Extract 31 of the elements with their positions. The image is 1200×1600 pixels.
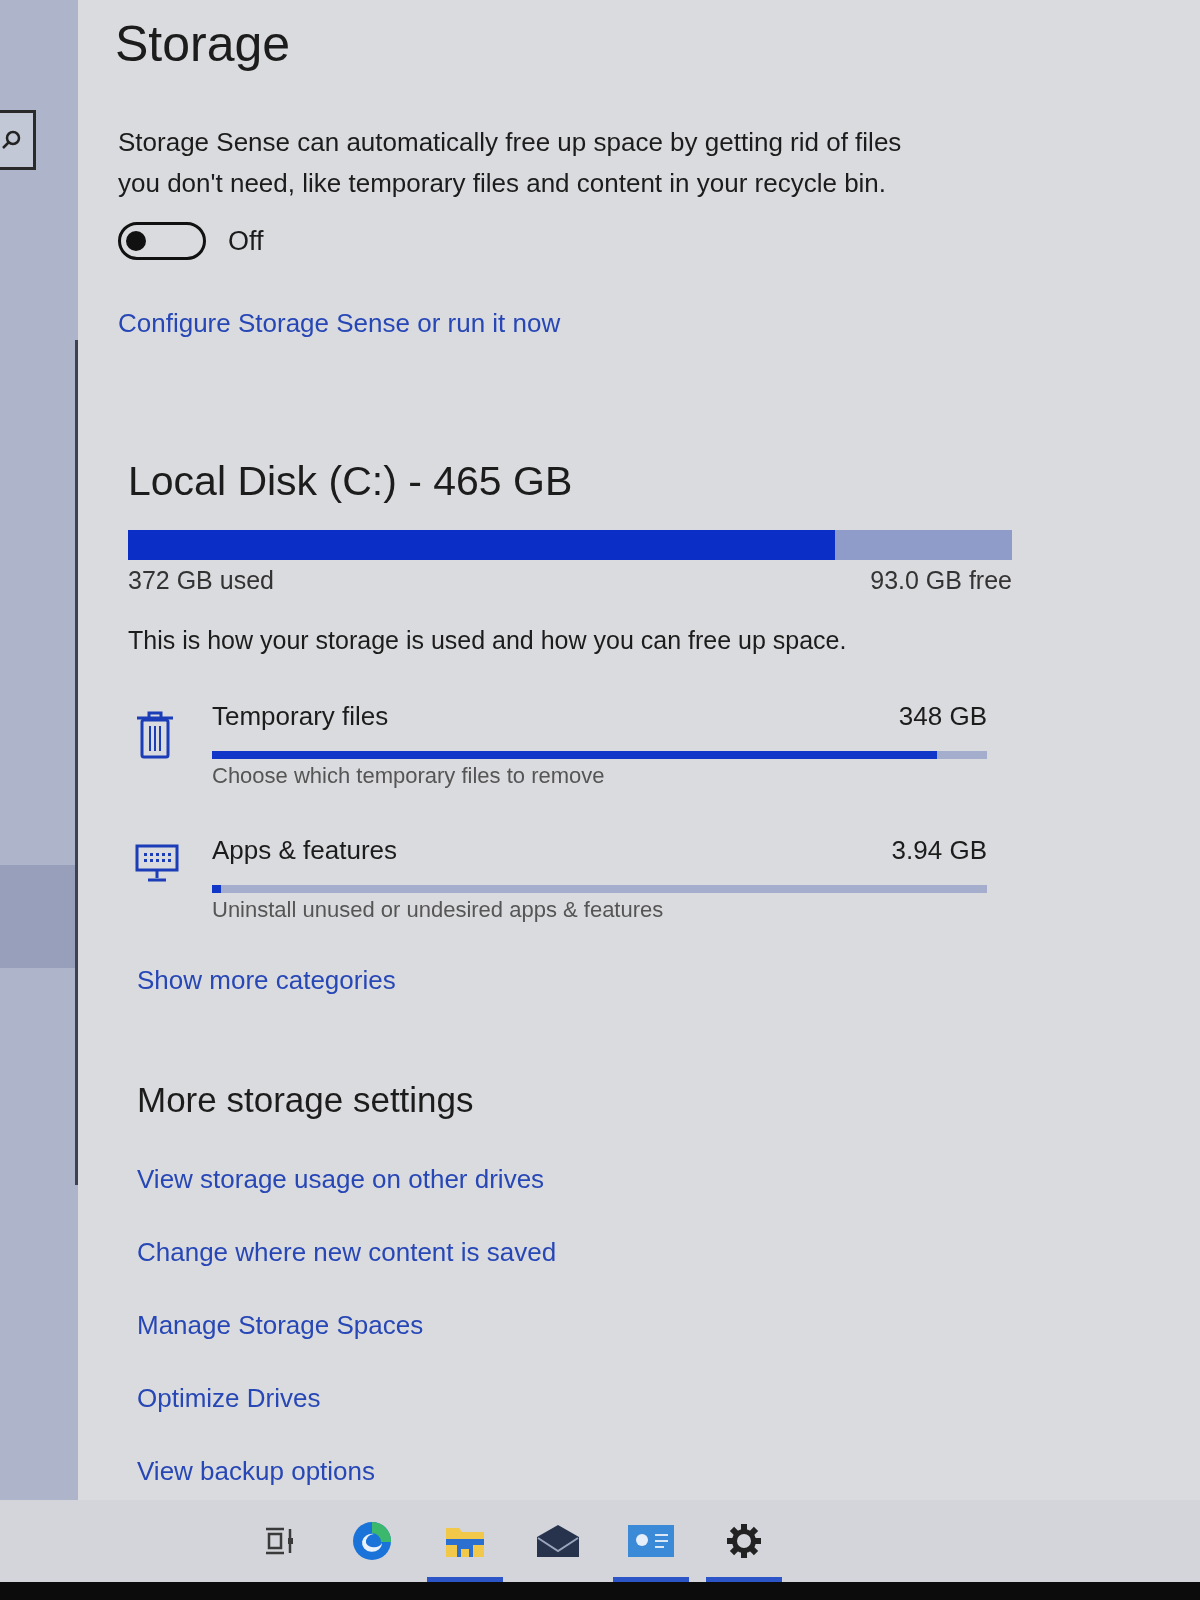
- card-icon: [628, 1524, 674, 1557]
- category-size: 348 GB: [898, 700, 987, 733]
- disk-title: Local Disk (C:) - 465 GB: [128, 457, 574, 506]
- section-heading: More storage settings: [137, 1079, 474, 1121]
- page-title: Storage: [115, 15, 291, 74]
- category-name[interactable]: Apps & features: [212, 833, 397, 867]
- storage-sense-description: Storage Sense can automatically free up space by getting rid of files you don't need, like temporary files and content in your recycle bin.: [118, 126, 903, 200]
- show-more-link[interactable]: Show more categories: [137, 963, 396, 997]
- wave-circle-icon: [352, 1520, 392, 1561]
- scrollbar-thumb[interactable]: [75, 340, 78, 1185]
- free-label: 93.0 GB free: [870, 565, 1012, 596]
- category-hint: Choose which temporary files to remove: [212, 762, 606, 790]
- search-icon: [2, 130, 22, 150]
- disk-description: This is how your storage is used and how you can free up space.: [128, 625, 848, 656]
- category-hint: Uninstall unused or undesired apps & features: [212, 896, 665, 924]
- settings-link[interactable]: Manage Storage Spaces: [137, 1308, 424, 1342]
- trash-icon: [135, 710, 175, 760]
- settings-link[interactable]: View storage usage on other drives: [137, 1162, 545, 1196]
- settings-link[interactable]: Change where new content is saved: [137, 1235, 557, 1269]
- category-name[interactable]: Temporary files: [212, 699, 389, 733]
- category-size: 3.94 GB: [891, 834, 987, 867]
- envelope-icon: [536, 1523, 580, 1558]
- used-label: 372 GB used: [128, 565, 274, 596]
- search-field[interactable]: [0, 110, 36, 170]
- settings-link[interactable]: View backup options: [137, 1454, 375, 1488]
- settings-icon: [726, 1522, 762, 1559]
- configure-link[interactable]: Configure Storage Sense or run it now: [118, 306, 561, 340]
- settings-link[interactable]: Optimize Drives: [137, 1381, 321, 1415]
- toggle-label: Off: [228, 225, 264, 258]
- monitor-icon: [135, 844, 179, 882]
- toggle-switch[interactable]: [118, 222, 206, 260]
